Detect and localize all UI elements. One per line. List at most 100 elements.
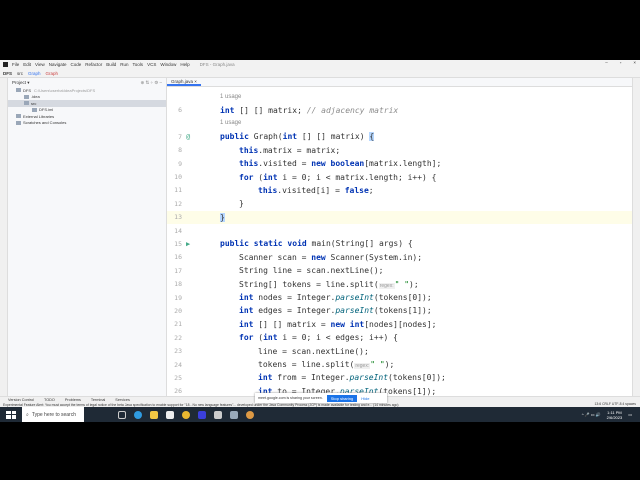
hide-button[interactable]: Hide [361, 396, 369, 401]
menu-item-vcs[interactable]: VCS [147, 62, 156, 67]
ide-window: File Edit View Navigate Code Refactor Build Run… [0, 60, 640, 407]
menu-item-code[interactable]: Code [70, 62, 81, 67]
menu-item-file[interactable]: File [12, 62, 19, 67]
close-button[interactable]: × [633, 60, 636, 65]
code-token: int [258, 373, 273, 383]
app-icon[interactable] [214, 410, 222, 419]
usage-hint[interactable]: 1 usage [220, 120, 241, 126]
code-line[interactable]: 21 int [] [] matrix = new int[nodes][node… [167, 318, 632, 331]
code-line[interactable]: 20 int edges = Integer.parseInt(tokens[1]… [167, 304, 632, 317]
code-token: from = Integer. [272, 373, 350, 383]
menu-item-build[interactable]: Build [106, 62, 116, 67]
tree-item-label: DFS.iml [39, 107, 54, 113]
app-icon[interactable] [230, 410, 238, 419]
breadcrumb-item[interactable]: src [17, 71, 23, 76]
code-line[interactable]: 19 int nodes = Integer.parseInt(tokens[0]… [167, 291, 632, 304]
code-line[interactable]: 15 ▶ public static void main(String[] args… [167, 237, 632, 250]
breadcrumb-item[interactable]: Graph [28, 71, 41, 76]
code-line[interactable]: 8 this.matrix = matrix; [167, 144, 632, 157]
run-gutter-icon[interactable]: ▶ [182, 240, 220, 248]
code-token: .visited[i] = [277, 185, 345, 195]
tray-icons[interactable]: ^ 🎤 ▭ 🔊 [582, 412, 601, 417]
code-line[interactable]: 22 for (int i = 0; i < edges; i++) { [167, 331, 632, 344]
code-line[interactable]: 1 usage [167, 117, 632, 130]
code-token: Scanner(System.in); [325, 252, 423, 262]
code-text: } [220, 212, 225, 222]
tree-item[interactable]: Scratches and Consoles [8, 120, 166, 127]
line-number: 19 [174, 293, 182, 302]
code-line[interactable]: 12} [167, 197, 632, 210]
maximize-button[interactable]: ▫ [620, 60, 622, 65]
line-number: 8 [178, 146, 182, 155]
menu-item-help[interactable]: Help [180, 62, 189, 67]
edge-icon[interactable] [134, 410, 142, 419]
chrome-icon[interactable] [246, 410, 254, 419]
status-info[interactable]: 13:6 CRLF UTF-8 4 spaces [590, 402, 636, 406]
menu-item-edit[interactable]: Edit [23, 62, 31, 67]
menu-item-view[interactable]: View [35, 62, 45, 67]
breadcrumb-item[interactable]: Graph [46, 71, 59, 76]
override-gutter-icon[interactable]: @ [182, 133, 220, 141]
project-panel-actions[interactable]: ⊕ ⇅ ÷ ⚙ – [140, 80, 162, 86]
tool-window-terminal[interactable]: Terminal [91, 398, 105, 402]
tool-window-services[interactable]: Services [115, 398, 130, 402]
status-message[interactable]: Experimental Feature Alert: You must acc… [3, 403, 399, 407]
code-line[interactable]: 16 Scanner scan = new Scanner(System.in); [167, 251, 632, 264]
menu-item-window[interactable]: Window [160, 62, 176, 67]
code-line[interactable]: 11 this.visited[i] = false; [167, 184, 632, 197]
usage-hint[interactable]: 1 usage [220, 94, 241, 100]
intellij-icon[interactable] [198, 410, 206, 419]
code-token: [] [] matrix = [253, 319, 331, 329]
code-token: ; [368, 185, 374, 195]
code-token: // adjacency matrix [306, 105, 399, 115]
code-line[interactable]: 25 int from = Integer.parseInt(tokens[0])… [167, 371, 632, 384]
code-token: for [239, 333, 254, 343]
code-line[interactable]: 13} [167, 210, 632, 224]
folder-icon [16, 88, 21, 93]
code-token: [] [] matrix; [234, 105, 307, 115]
breadcrumb-item[interactable]: DFS [3, 71, 12, 76]
menu-item-refactor[interactable]: Refactor [85, 62, 102, 67]
tool-window-problems[interactable]: Problems [65, 398, 81, 402]
code-line[interactable]: 6 int [] [] matrix; // adjacency matrix [167, 103, 632, 116]
code-text: Scanner scan = new Scanner(System.in); [220, 253, 422, 262]
store-icon[interactable] [166, 410, 174, 419]
code-token: ); [409, 279, 419, 289]
folder-icon [32, 107, 37, 112]
task-view-icon[interactable] [118, 410, 126, 419]
code-token: regex: [354, 363, 371, 369]
code-token: (tokens[0]); [388, 373, 446, 383]
code-line[interactable]: 17 String line = scan.nextLine(); [167, 264, 632, 277]
code-line[interactable]: 23 line = scan.nextLine(); [167, 344, 632, 357]
chrome-icon[interactable] [182, 410, 190, 419]
code-line[interactable]: 10 for (int i = 0; i < matrix.length; i++… [167, 170, 632, 183]
code-editor[interactable]: Graph.java × 1 usage 6 int [] [] matrix; /… [167, 78, 632, 396]
taskbar-search[interactable]: ⌕ Type here to search [22, 407, 84, 422]
code-token: [] [] matrix) [297, 132, 370, 142]
code-line[interactable]: 1 usage [167, 90, 632, 103]
code-line[interactable]: 24 tokens = line.split(regex:" "); [167, 358, 632, 371]
code-line[interactable]: 18 String[] tokens = line.split(regex:" "… [167, 277, 632, 290]
project-view-dropdown[interactable]: Project ▾ [12, 80, 30, 86]
minimize-button[interactable]: – [605, 60, 608, 65]
tool-window-version-control[interactable]: Version Control [8, 398, 34, 402]
code-token: regex: [378, 282, 395, 289]
notifications-icon[interactable]: ▭ [628, 412, 632, 417]
code-line[interactable]: 9 this.visited = new boolean[matrix.lengt… [167, 157, 632, 170]
file-explorer-icon[interactable] [150, 410, 158, 419]
menu-item-tools[interactable]: Tools [133, 62, 144, 67]
tool-window-todo[interactable]: TODO [44, 398, 55, 402]
code-text: int [] [] matrix = new int[nodes][nodes]… [220, 320, 436, 329]
code-line[interactable]: 7 @ public Graph(int [] [] matrix) { [167, 130, 632, 143]
tab-graph-java[interactable]: Graph.java × [167, 77, 201, 86]
line-number: 16 [174, 253, 182, 262]
line-number: 14 [174, 226, 182, 235]
windows-start-icon[interactable] [6, 410, 16, 419]
code-line[interactable]: 14 [167, 224, 632, 237]
clock[interactable]: 1:11 PM 2/6/2023 [607, 410, 623, 420]
menu-item-run[interactable]: Run [120, 62, 128, 67]
stop-sharing-button[interactable]: Stop sharing [326, 394, 358, 402]
code-text: int nodes = Integer.parseInt(tokens[0]); [220, 293, 432, 302]
share-text: meet.google.com is sharing your screen. [258, 396, 323, 400]
menu-item-navigate[interactable]: Navigate [49, 62, 67, 67]
